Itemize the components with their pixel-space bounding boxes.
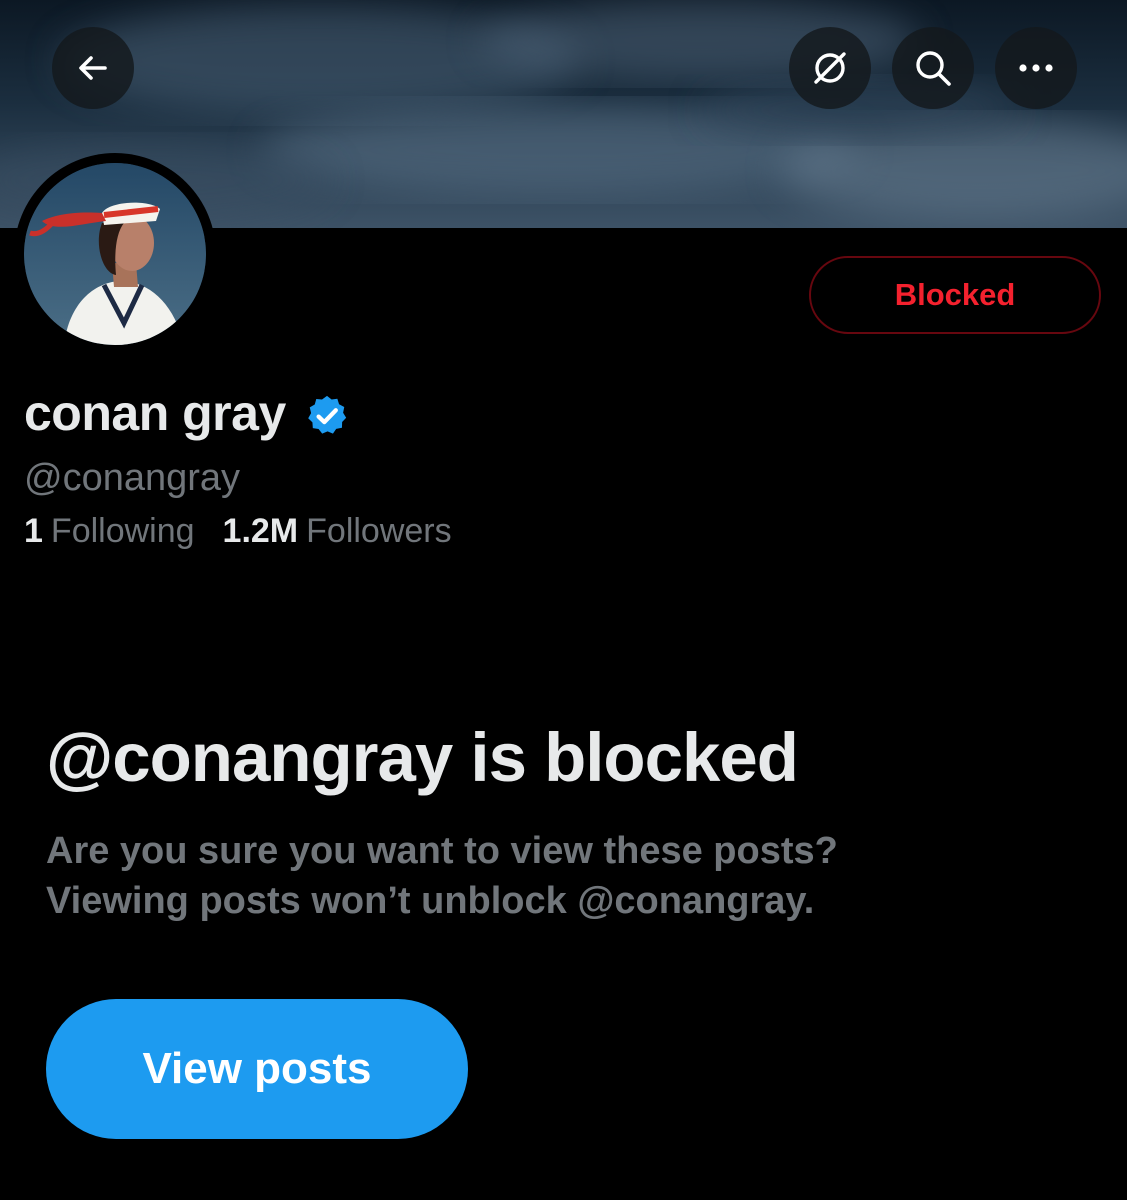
blocked-notice-line-2: Viewing posts won’t unblock @conangray. xyxy=(46,880,815,922)
blocked-button[interactable]: Blocked xyxy=(809,256,1101,334)
more-button[interactable] xyxy=(995,27,1077,109)
blocked-notice-description: Are you sure you want to view these post… xyxy=(46,826,1086,926)
following-label: Following xyxy=(50,512,195,550)
view-posts-button[interactable]: View posts xyxy=(46,999,468,1139)
followers-count: 1.2M xyxy=(222,512,299,550)
profile-handle: @conangray xyxy=(24,457,241,499)
back-button[interactable] xyxy=(52,27,134,109)
following-count: 1 xyxy=(24,512,43,550)
verified-badge-icon xyxy=(307,395,346,434)
avatar[interactable] xyxy=(24,163,206,345)
more-horizontal-icon xyxy=(1019,64,1053,72)
blocked-notice-line-1: Are you sure you want to view these post… xyxy=(46,830,838,872)
display-name-row: conan gray xyxy=(24,382,350,444)
grok-button[interactable] xyxy=(789,27,871,109)
followers-label: Followers xyxy=(306,512,452,550)
search-button[interactable] xyxy=(892,27,974,109)
search-icon xyxy=(916,51,951,86)
grok-icon xyxy=(814,52,846,84)
blocked-notice-title: @conangray is blocked xyxy=(46,719,799,796)
avatar-photo xyxy=(24,163,206,345)
profile-stats: 1 Following 1.2M Followers xyxy=(24,512,452,551)
arrow-left-icon xyxy=(79,56,107,80)
following-stat[interactable]: 1 Following xyxy=(24,512,195,551)
display-name: conan gray xyxy=(24,385,286,441)
followers-stat[interactable]: 1.2M Followers xyxy=(223,512,452,551)
